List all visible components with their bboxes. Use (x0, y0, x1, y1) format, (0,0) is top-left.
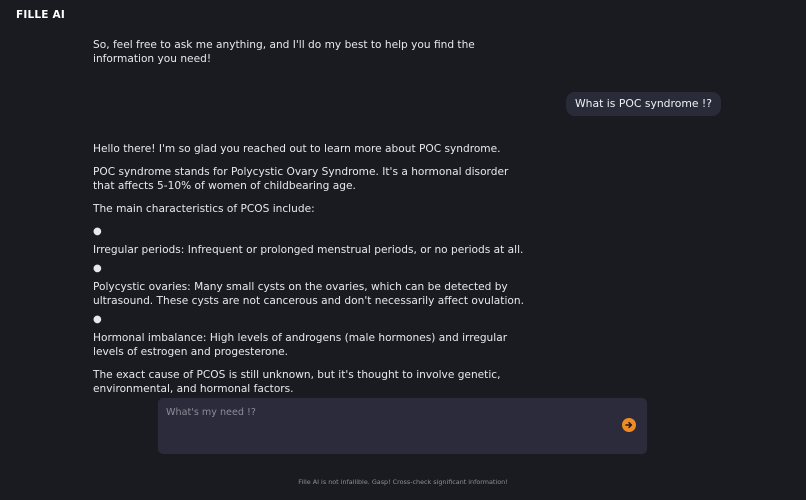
list-item: Polycystic ovaries: Many small cysts on … (93, 281, 524, 307)
message-input[interactable] (166, 404, 606, 420)
bullet-marker: ● (93, 314, 102, 325)
assistant-characteristics-intro: The main characteristics of PCOS include… (93, 203, 315, 215)
send-button[interactable] (622, 418, 636, 432)
assistant-message: So, feel free to ask me anything, and I'… (93, 38, 533, 75)
assistant-message: Hello there! I'm so glad you reached out… (93, 142, 533, 400)
chat-transcript[interactable]: So, feel free to ask me anything, and I'… (0, 0, 806, 400)
disclaimer-text: Fille AI is not infallible. Gasp! Cross-… (298, 478, 508, 486)
assistant-definition: POC syndrome stands for Polycystic Ovary… (93, 166, 509, 192)
arrow-right-circle-icon (625, 421, 633, 429)
assistant-greeting: Hello there! I'm so glad you reached out… (93, 143, 501, 155)
user-message-bubble: What is POC syndrome !? (565, 92, 721, 116)
assistant-message-text: So, feel free to ask me anything, and I'… (93, 39, 475, 65)
list-item: Irregular periods: Infrequent or prolong… (93, 244, 524, 256)
list-item: Hormonal imbalance: High levels of andro… (93, 332, 508, 358)
bullet-marker: ● (93, 263, 102, 274)
chat-app: FILLE AI So, feel free to ask me anythin… (0, 0, 806, 500)
message-composer (158, 398, 647, 454)
user-message-text: What is POC syndrome !? (574, 97, 712, 110)
brand-logo[interactable]: FILLE AI (16, 9, 65, 21)
bullet-marker: ● (93, 226, 102, 237)
assistant-cause: The exact cause of PCOS is still unknown… (93, 369, 501, 395)
